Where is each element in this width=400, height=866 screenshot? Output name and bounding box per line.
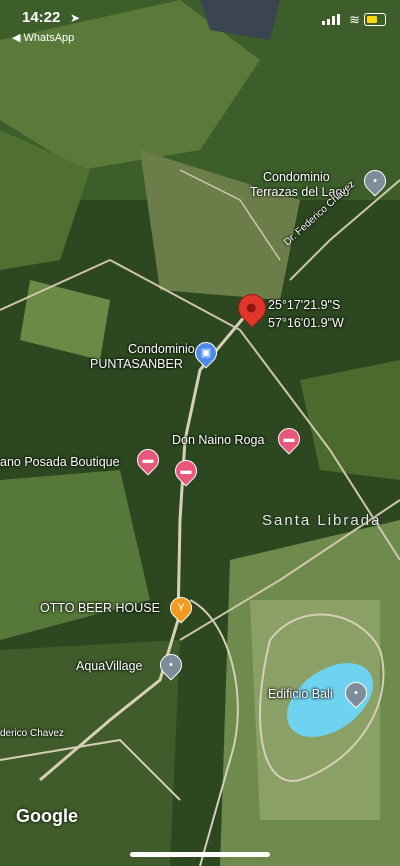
place-label-aquavillage[interactable]: AquaVillage — [76, 659, 143, 673]
status-time: 14:22 — [22, 9, 61, 26]
wifi-icon: ≋ — [349, 12, 360, 27]
cellular-signal-icon — [322, 14, 340, 25]
longitude-label: 57°16'01.9"W — [268, 316, 344, 330]
road-label-lower: derico Chavez — [0, 728, 64, 739]
place-label-terrazas-line1[interactable]: Condominio — [263, 170, 330, 184]
back-to-whatsapp-link[interactable]: ◀ WhatsApp — [12, 31, 74, 44]
place-label-don-naino-roga[interactable]: Don Naino Roga — [172, 433, 264, 447]
area-label-santa-librada: Santa Librada — [262, 512, 382, 529]
place-label-otto-beer-house[interactable]: OTTO BEER HOUSE — [40, 601, 160, 615]
google-attribution: Google — [16, 806, 78, 826]
latitude-label: 25°17'21.9"S — [268, 298, 341, 312]
location-arrow-icon: ➤ — [70, 11, 81, 25]
place-label-posada-boutique[interactable]: ano Posada Boutique — [0, 455, 120, 469]
status-bar: 14:22 ➤ ◀ WhatsApp ≋ — [0, 0, 400, 44]
home-indicator[interactable] — [130, 852, 270, 857]
place-label-edificio-bali[interactable]: Edificio Bali — [268, 687, 333, 701]
battery-icon — [364, 13, 386, 26]
place-label-puntasanber-line1[interactable]: Condominio — [128, 342, 195, 356]
place-label-puntasanber-line2[interactable]: PUNTASANBER — [90, 357, 183, 371]
